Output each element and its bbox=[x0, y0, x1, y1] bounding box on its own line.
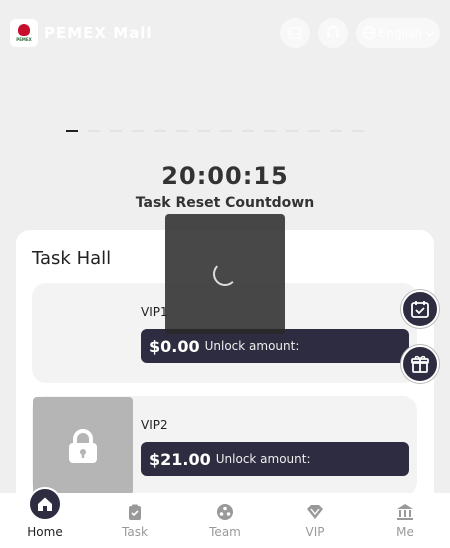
banner-dot[interactable] bbox=[154, 130, 166, 132]
banner-pagination bbox=[66, 130, 364, 132]
tab-label: Home bbox=[27, 525, 63, 539]
clipboard-check-icon bbox=[126, 503, 144, 521]
countdown-label: Task Reset Countdown bbox=[135, 195, 315, 211]
unlock-amount-value: $0.00 bbox=[149, 336, 200, 356]
banner-dot[interactable] bbox=[264, 130, 276, 132]
tab-label: Task bbox=[122, 525, 148, 539]
mailbox-icon bbox=[288, 27, 301, 39]
bank-icon bbox=[396, 503, 414, 521]
banner-dot[interactable] bbox=[286, 130, 298, 132]
logo-mark-icon bbox=[18, 24, 30, 36]
unlock-amount-label: Unlock amount: bbox=[204, 339, 300, 353]
banner-dot[interactable] bbox=[132, 130, 144, 132]
language-selector[interactable]: English bbox=[355, 18, 440, 48]
chevron-down-icon bbox=[425, 31, 434, 36]
gift-icon bbox=[411, 355, 429, 373]
loading-overlay bbox=[165, 214, 285, 334]
task-hall-title: Task Hall bbox=[32, 248, 112, 269]
calendar-check-icon bbox=[411, 301, 429, 318]
unlock-amount-bar: $0.00 Unlock amount: bbox=[141, 329, 409, 363]
tab-label: Me bbox=[396, 525, 414, 539]
check-in-button[interactable] bbox=[401, 290, 439, 328]
unlock-amount-bar: $21.00 Unlock amount: bbox=[141, 442, 409, 476]
header: PEMEX PEMEX Mall English bbox=[0, 0, 450, 66]
banner-dot[interactable] bbox=[66, 130, 78, 132]
diamond-icon bbox=[306, 503, 324, 521]
globe-icon bbox=[362, 26, 376, 40]
app-title: PEMEX Mall bbox=[44, 24, 153, 42]
banner-dot[interactable] bbox=[308, 130, 320, 132]
messages-button[interactable] bbox=[279, 18, 310, 48]
bottom-tab-bar: Home Task Team VIP Me bbox=[0, 493, 450, 548]
language-label: English bbox=[378, 26, 422, 40]
headset-icon bbox=[326, 26, 339, 37]
customer-service-button[interactable] bbox=[317, 18, 348, 48]
unlock-amount-label: Unlock amount: bbox=[215, 452, 311, 466]
tab-team[interactable]: Team bbox=[180, 493, 270, 548]
pemex-logo: PEMEX bbox=[10, 19, 38, 47]
tab-task[interactable]: Task bbox=[90, 493, 180, 548]
tab-me[interactable]: Me bbox=[360, 493, 450, 548]
tab-label: Team bbox=[209, 525, 241, 539]
team-icon bbox=[216, 503, 234, 521]
banner-dot[interactable] bbox=[352, 130, 364, 132]
locked-task-image bbox=[33, 397, 133, 495]
vip-level-name: VIP1 bbox=[141, 305, 168, 319]
gift-button[interactable] bbox=[401, 345, 439, 383]
banner-dot[interactable] bbox=[242, 130, 254, 132]
banner-dot[interactable] bbox=[88, 130, 100, 132]
banner-dot[interactable] bbox=[176, 130, 188, 132]
vip-level-name: VIP2 bbox=[141, 418, 168, 432]
loading-spinner-icon bbox=[213, 262, 237, 286]
countdown-timer: 20:00:15 bbox=[161, 162, 289, 190]
banner-dot[interactable] bbox=[198, 130, 210, 132]
unlock-amount-value: $21.00 bbox=[149, 449, 211, 469]
banner-dot[interactable] bbox=[220, 130, 232, 132]
tab-label: VIP bbox=[305, 525, 325, 539]
vip-task-item[interactable]: VIP2 $21.00 Unlock amount: bbox=[32, 396, 417, 496]
tab-vip[interactable]: VIP bbox=[270, 493, 360, 548]
home-icon[interactable] bbox=[28, 487, 62, 521]
banner-dot[interactable] bbox=[330, 130, 342, 132]
lock-icon bbox=[69, 429, 97, 463]
banner-dot[interactable] bbox=[110, 130, 122, 132]
logo-text: PEMEX bbox=[16, 37, 32, 42]
